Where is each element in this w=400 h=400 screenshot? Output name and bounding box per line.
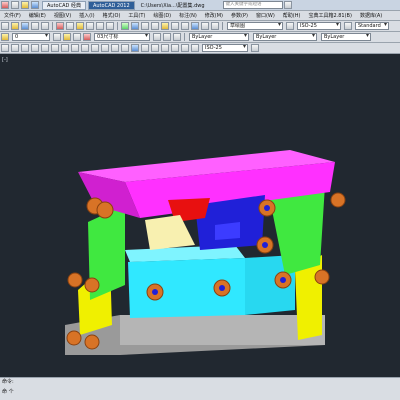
menu-help[interactable]: 帮助(H) xyxy=(279,12,305,19)
copy-icon[interactable] xyxy=(66,22,74,30)
paste-icon[interactable] xyxy=(76,22,84,30)
menu-bar: 文件(F) 编辑(E) 视图(V) 插入(I) 格式(O) 工具(T) 绘图(D… xyxy=(0,11,400,21)
aligned-dim-icon[interactable] xyxy=(11,44,19,52)
dimension-toolbar: ISO-25 xyxy=(0,43,400,54)
base-plate-front xyxy=(120,315,325,345)
color-select[interactable]: ByLayer xyxy=(189,33,249,41)
new-icon[interactable] xyxy=(1,22,9,30)
3d-model-view xyxy=(65,150,346,355)
properties-icon[interactable] xyxy=(161,22,169,30)
layer-previous-icon[interactable] xyxy=(163,33,171,41)
linetype-select[interactable]: ByLayer xyxy=(253,33,317,41)
help-icon[interactable] xyxy=(283,1,292,9)
title-bar: AutoCAD 经典 AutoCAD 2012 C:\Users\Xia...\… xyxy=(0,0,400,11)
menu-edit[interactable]: 编辑(E) xyxy=(25,12,50,19)
radius-icon[interactable] xyxy=(41,44,49,52)
undo-icon[interactable] xyxy=(96,22,104,30)
match-properties-icon[interactable] xyxy=(86,22,94,30)
dim-space-icon[interactable] xyxy=(111,44,119,52)
dim-edit-icon[interactable] xyxy=(171,44,179,52)
menu-tools[interactable]: 工具(T) xyxy=(124,12,149,19)
menu-modify[interactable]: 修改(M) xyxy=(201,12,227,19)
pan-icon[interactable] xyxy=(121,22,129,30)
menu-dimension[interactable]: 标注(N) xyxy=(175,12,201,19)
blue-slot xyxy=(215,222,240,240)
continue-icon[interactable] xyxy=(101,44,109,52)
calculator-icon[interactable] xyxy=(211,22,219,30)
tolerance-icon[interactable] xyxy=(131,44,139,52)
jogged-icon[interactable] xyxy=(51,44,59,52)
layer-freeze-icon[interactable] xyxy=(63,33,71,41)
table-style-icon[interactable] xyxy=(344,22,352,30)
search-input[interactable]: 键入关键字或短语 xyxy=(222,1,283,9)
cut-icon[interactable] xyxy=(56,22,64,30)
command-line-area[interactable] xyxy=(0,377,400,400)
menu-file[interactable]: 文件(F) xyxy=(0,12,25,19)
open-icon[interactable] xyxy=(11,22,19,30)
workspace-tab[interactable]: AutoCAD 经典 xyxy=(42,0,86,10)
separator xyxy=(117,22,118,30)
current-layer-select[interactable]: 0 xyxy=(12,33,50,41)
baseline-icon[interactable] xyxy=(91,44,99,52)
zoom-previous-icon[interactable] xyxy=(151,22,159,30)
zoom-window-icon[interactable] xyxy=(141,22,149,30)
print-icon[interactable] xyxy=(31,22,39,30)
layer-lock-icon[interactable] xyxy=(73,33,81,41)
angular-icon[interactable] xyxy=(71,44,79,52)
menu-parametric[interactable]: 参数(P) xyxy=(227,12,252,19)
preview-icon[interactable] xyxy=(41,22,49,30)
center-mark-icon[interactable] xyxy=(141,44,149,52)
lineweight-select[interactable]: ByLayer xyxy=(321,33,371,41)
open-file-icon[interactable] xyxy=(21,1,29,9)
dim-style-icon[interactable] xyxy=(251,44,259,52)
dim-style-control[interactable]: ISO-25 xyxy=(202,44,248,52)
text-style-select[interactable]: Standard xyxy=(355,22,389,30)
redo-icon[interactable] xyxy=(106,22,114,30)
diameter-icon[interactable] xyxy=(61,44,69,52)
app-menu-button[interactable] xyxy=(1,1,9,9)
layer-light-icon[interactable] xyxy=(53,33,61,41)
layer-iso-icon[interactable] xyxy=(173,33,181,41)
sheet-set-icon[interactable] xyxy=(191,22,199,30)
dim-update-icon[interactable] xyxy=(191,44,199,52)
save-icon[interactable] xyxy=(21,22,29,30)
separator xyxy=(184,33,185,41)
markup-icon[interactable] xyxy=(201,22,209,30)
standard-toolbar: 草绘图 ISO-25 Standard xyxy=(0,21,400,32)
separator xyxy=(222,22,223,30)
ordinate-icon[interactable] xyxy=(31,44,39,52)
jogged-linear-icon[interactable] xyxy=(161,44,169,52)
make-current-icon[interactable] xyxy=(153,33,161,41)
text-style-icon[interactable] xyxy=(286,22,294,30)
arc-length-icon[interactable] xyxy=(21,44,29,52)
layer-color-icon[interactable] xyxy=(83,33,91,41)
menu-window[interactable]: 窗口(W) xyxy=(252,12,279,19)
document-path: C:\Users\Xia...\配置集.dwg xyxy=(140,2,205,9)
menu-draw[interactable]: 绘图(D) xyxy=(149,12,175,19)
layer-manager-icon[interactable] xyxy=(1,33,9,41)
menu-insert[interactable]: 插入(I) xyxy=(75,12,98,19)
layer-name-select[interactable]: 03尺寸标 xyxy=(94,33,150,41)
new-file-icon[interactable] xyxy=(11,1,19,9)
layer-state-select[interactable]: 草绘图 xyxy=(227,22,283,30)
menu-database[interactable]: 数据库(A) xyxy=(356,12,386,19)
tool-palette-icon[interactable] xyxy=(181,22,189,30)
menu-view[interactable]: 视图(V) xyxy=(50,12,75,19)
inspection-icon[interactable] xyxy=(151,44,159,52)
separator xyxy=(52,22,53,30)
layers-toolbar: 0 03尺寸标 ByLayer ByLayer ByLayer xyxy=(0,32,400,43)
dim-style-select[interactable]: ISO-25 xyxy=(297,22,341,30)
zoom-icon[interactable] xyxy=(131,22,139,30)
menu-toolbox[interactable]: 宝典工具箱2.81(B) xyxy=(304,12,355,19)
quick-dim-icon[interactable] xyxy=(81,44,89,52)
command-history: 命 个 xyxy=(2,389,14,395)
dim-break-icon[interactable] xyxy=(121,44,129,52)
save-icon[interactable] xyxy=(31,1,39,9)
menu-format[interactable]: 格式(O) xyxy=(99,12,125,19)
app-name-tab: AutoCAD 2012 xyxy=(87,0,135,10)
command-prompt[interactable]: 命令: xyxy=(2,378,14,385)
design-center-icon[interactable] xyxy=(171,22,179,30)
dim-text-edit-icon[interactable] xyxy=(181,44,189,52)
linear-dim-icon[interactable] xyxy=(1,44,9,52)
